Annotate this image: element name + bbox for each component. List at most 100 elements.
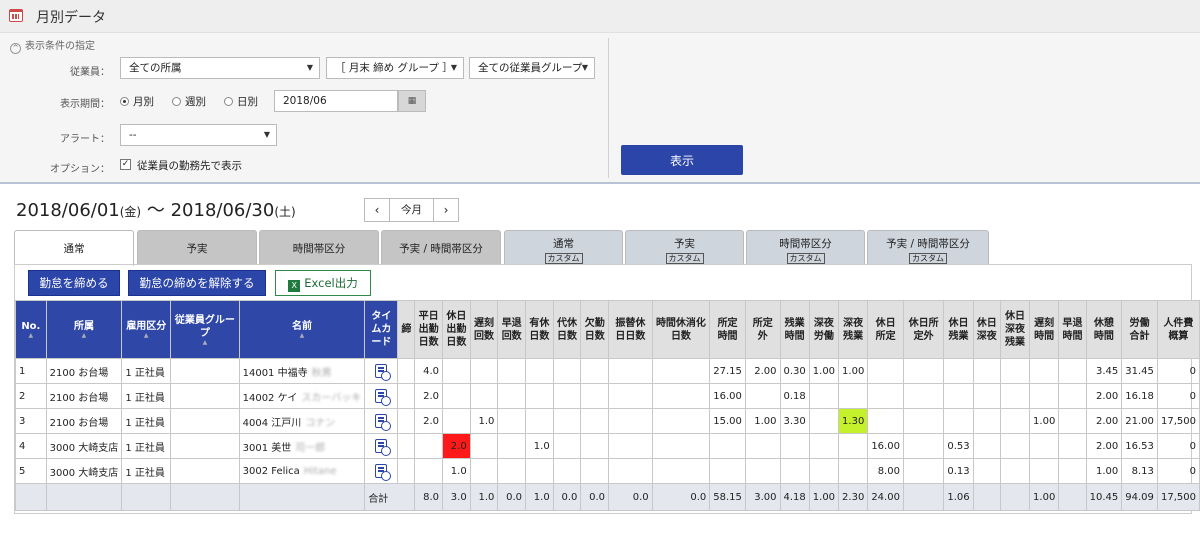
table-row[interactable]: 4 3000 大崎支店 1 正社員 3001 美世 司一郎 2.0 1.0 16.00 0.53…	[15, 433, 1200, 459]
value-cell	[1029, 358, 1060, 384]
table-row[interactable]: 5 3000 大崎支店 1 正社員 3002 Felica Hitane 1.0 8.00 0…	[15, 458, 1200, 484]
tab-custom-timezone[interactable]: 時間帯区分 カスタム	[746, 230, 865, 264]
prev-month-button[interactable]: ‹	[365, 199, 389, 221]
value-cell	[469, 383, 499, 409]
dept-cell: 2100 お台場	[45, 358, 123, 384]
collapse-icon[interactable]: ^	[10, 43, 21, 54]
tab-custom-plan-actual-timezone[interactable]: 予実 / 時間帯区分 カスタム	[867, 230, 989, 264]
closing-group-select[interactable]: ［ 月末 締め グループ ］ ▼	[326, 57, 464, 79]
name-cell[interactable]: 4004 江戸川 コナン	[238, 408, 366, 434]
close-attendance-button[interactable]: 勤怠を締める	[28, 270, 120, 296]
value-cell	[943, 358, 974, 384]
column-header[interactable]: 所属 ▲	[45, 300, 123, 359]
value-cell	[972, 408, 1001, 434]
value-cell: 1.30	[838, 408, 869, 434]
value-cell: 2.00	[1085, 433, 1123, 459]
value-cell	[469, 358, 499, 384]
show-button[interactable]: 表示	[621, 145, 743, 175]
value-cell	[580, 408, 610, 434]
timecard-cell[interactable]	[364, 433, 399, 459]
column-header: 早退時間	[1058, 300, 1087, 359]
table-row[interactable]: 1 2100 お台場 1 正社員 14001 中福寺 秋男 4.0 27.15 2.00 0.3…	[15, 358, 1200, 384]
value-cell	[902, 458, 945, 484]
table-row[interactable]: 2 2100 お台場 1 正社員 14002 ケイ スカーバッキ 2.0 16.00 0.18…	[15, 383, 1200, 409]
sort-icon[interactable]: ▲	[174, 339, 235, 346]
timecard-cell[interactable]	[364, 458, 399, 484]
tab-custom-normal[interactable]: 通常 カスタム	[504, 230, 623, 264]
radio-monthly[interactable]: 月別	[120, 94, 154, 109]
table-row[interactable]: 3 2100 お台場 1 正社員 4004 江戸川 コナン 2.0 1.0 15.00 1.00…	[15, 408, 1200, 434]
unclose-attendance-button[interactable]: 勤怠の締めを解除する	[128, 270, 266, 296]
column-header[interactable]: No. ▲	[15, 300, 47, 359]
value-cell: 1.00	[838, 358, 869, 384]
name-cell[interactable]: 14002 ケイ スカーバッキ	[238, 383, 366, 409]
divider	[608, 38, 609, 178]
timecard-icon[interactable]	[375, 464, 392, 481]
column-header[interactable]: 雇用区分 ▲	[121, 300, 172, 359]
column-header[interactable]: タイムカード	[364, 300, 399, 359]
value-cell	[608, 408, 653, 434]
tab-plan-actual[interactable]: 予実	[137, 230, 257, 264]
total-empty-cell	[121, 483, 172, 511]
timecard-icon[interactable]	[375, 389, 392, 406]
value-cell	[999, 433, 1031, 459]
calendar-picker-button[interactable]: ▦	[398, 90, 426, 112]
employee-group-select[interactable]: 全ての従業員グループ ▼	[469, 57, 595, 79]
total-empty-cell	[170, 483, 240, 511]
value-cell	[779, 433, 810, 459]
name-cell[interactable]: 3001 美世 司一郎	[238, 433, 366, 459]
radio-weekly[interactable]: 週別	[172, 94, 206, 109]
total-label: 合計	[364, 483, 416, 511]
period-input[interactable]: 2018/06	[274, 90, 398, 112]
value-cell	[808, 408, 840, 434]
column-header: 労働合計	[1121, 300, 1158, 359]
option-checkbox-label[interactable]: 従業員の勤務先で表示	[137, 158, 242, 173]
condition-header[interactable]: ^ 表示条件の指定	[10, 37, 95, 54]
value-cell	[580, 433, 610, 459]
timecard-icon[interactable]	[375, 364, 392, 381]
value-cell	[744, 458, 781, 484]
total-cell: 24.00	[867, 483, 904, 511]
name-cell[interactable]: 14001 中福寺 秋男	[238, 358, 366, 384]
date-range: 2018/06/01(金) 〜 2018/06/30(土)	[16, 200, 296, 221]
sort-icon[interactable]: ▲	[243, 333, 362, 339]
tab-timezone[interactable]: 時間帯区分	[259, 230, 379, 264]
value-cell: 0	[1156, 358, 1200, 384]
value-cell	[867, 383, 904, 409]
timecard-cell[interactable]	[364, 408, 399, 434]
this-month-button[interactable]: 今月	[389, 199, 434, 221]
column-header: 早退回数	[497, 300, 527, 359]
name-cell[interactable]: 3002 Felica Hitane	[238, 458, 366, 484]
sort-icon[interactable]: ▲	[125, 333, 167, 339]
sort-icon[interactable]: ▲	[50, 333, 119, 339]
option-checkbox[interactable]: ✓	[120, 159, 131, 170]
radio-daily[interactable]: 日別	[224, 94, 258, 109]
group-cell	[170, 358, 240, 384]
excel-export-button[interactable]: X Excel出力	[275, 270, 371, 296]
group-cell	[170, 433, 240, 459]
timecard-icon[interactable]	[375, 439, 392, 456]
alert-select[interactable]: -- ▼	[120, 124, 277, 146]
row-number: 4	[15, 433, 47, 459]
value-cell	[497, 358, 527, 384]
timecard-cell[interactable]	[364, 358, 399, 384]
column-header[interactable]: 名前 ▲	[238, 300, 366, 359]
column-header[interactable]: 従業員グループ ▲	[170, 300, 240, 359]
value-cell: 1.0	[469, 408, 499, 434]
sort-icon[interactable]: ▲	[19, 333, 43, 339]
tab-custom-plan-actual[interactable]: 予実 カスタム	[625, 230, 744, 264]
timecard-cell[interactable]	[364, 383, 399, 409]
tab-normal[interactable]: 通常	[14, 230, 134, 266]
value-cell: 0.30	[779, 358, 810, 384]
value-cell	[744, 433, 781, 459]
dropdown-arrow-icon: ▼	[263, 130, 270, 139]
total-cell	[999, 483, 1031, 511]
timecard-icon[interactable]	[375, 414, 392, 431]
tab-plan-actual-timezone[interactable]: 予実 / 時間帯区分	[381, 230, 501, 264]
value-cell	[651, 433, 711, 459]
next-month-button[interactable]: ›	[434, 199, 458, 221]
total-cell	[1058, 483, 1087, 511]
radio-icon	[172, 97, 181, 106]
page-title: 月別データ	[36, 10, 106, 26]
dept-select[interactable]: 全ての所属 ▼	[120, 57, 320, 79]
